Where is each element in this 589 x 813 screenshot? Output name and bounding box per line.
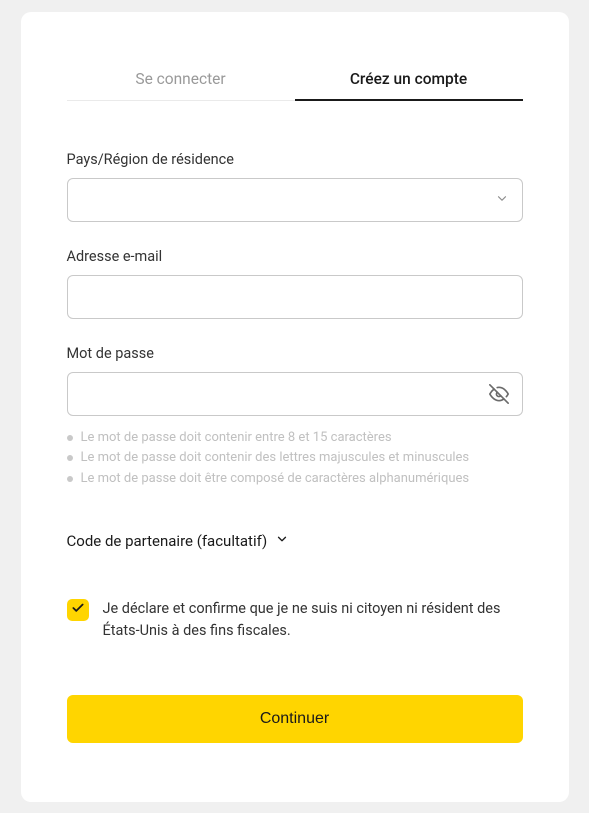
auth-tabs: Se connecter Créez un compte (67, 58, 523, 101)
partner-code-toggle[interactable]: Code de partenaire (facultatif) (67, 532, 523, 550)
password-input[interactable] (67, 372, 523, 416)
password-hint-text: Le mot de passe doit contenir des lettre… (81, 448, 470, 469)
tab-login[interactable]: Se connecter (67, 58, 295, 100)
tab-login-label: Se connecter (135, 70, 225, 88)
country-label: Pays/Région de résidence (67, 151, 523, 168)
tab-register[interactable]: Créez un compte (295, 58, 523, 100)
email-input[interactable] (67, 275, 523, 319)
password-hint-text: Le mot de passe doit contenir entre 8 et… (81, 428, 392, 449)
password-hints: Le mot de passe doit contenir entre 8 et… (67, 428, 523, 490)
password-input-wrap (67, 372, 523, 416)
email-field: Adresse e-mail (67, 248, 523, 319)
check-icon (71, 600, 85, 619)
password-hint: Le mot de passe doit contenir entre 8 et… (67, 428, 523, 449)
country-input-wrap (67, 178, 523, 222)
password-hint-text: Le mot de passe doit être composé de car… (81, 469, 470, 490)
eye-off-icon[interactable] (489, 384, 509, 404)
password-hint: Le mot de passe doit être composé de car… (67, 469, 523, 490)
country-field: Pays/Région de résidence (67, 151, 523, 222)
declaration-checkbox[interactable] (67, 599, 89, 621)
country-select[interactable] (67, 178, 523, 222)
chevron-down-icon (275, 532, 289, 550)
declaration-text: Je déclare et confirme que je ne suis ni… (103, 598, 523, 643)
partner-code-label: Code de partenaire (facultatif) (67, 532, 268, 550)
password-label: Mot de passe (67, 345, 523, 362)
continue-button[interactable]: Continuer (67, 695, 523, 743)
declaration-row: Je déclare et confirme que je ne suis ni… (67, 598, 523, 643)
email-input-wrap (67, 275, 523, 319)
tab-register-label: Créez un compte (350, 70, 467, 88)
password-hint: Le mot de passe doit contenir des lettre… (67, 448, 523, 469)
email-label: Adresse e-mail (67, 248, 523, 265)
continue-button-label: Continuer (260, 710, 329, 727)
password-field: Mot de passe Le mot de passe doit conten… (67, 345, 523, 490)
signup-card: Se connecter Créez un compte Pays/Région… (21, 12, 569, 802)
